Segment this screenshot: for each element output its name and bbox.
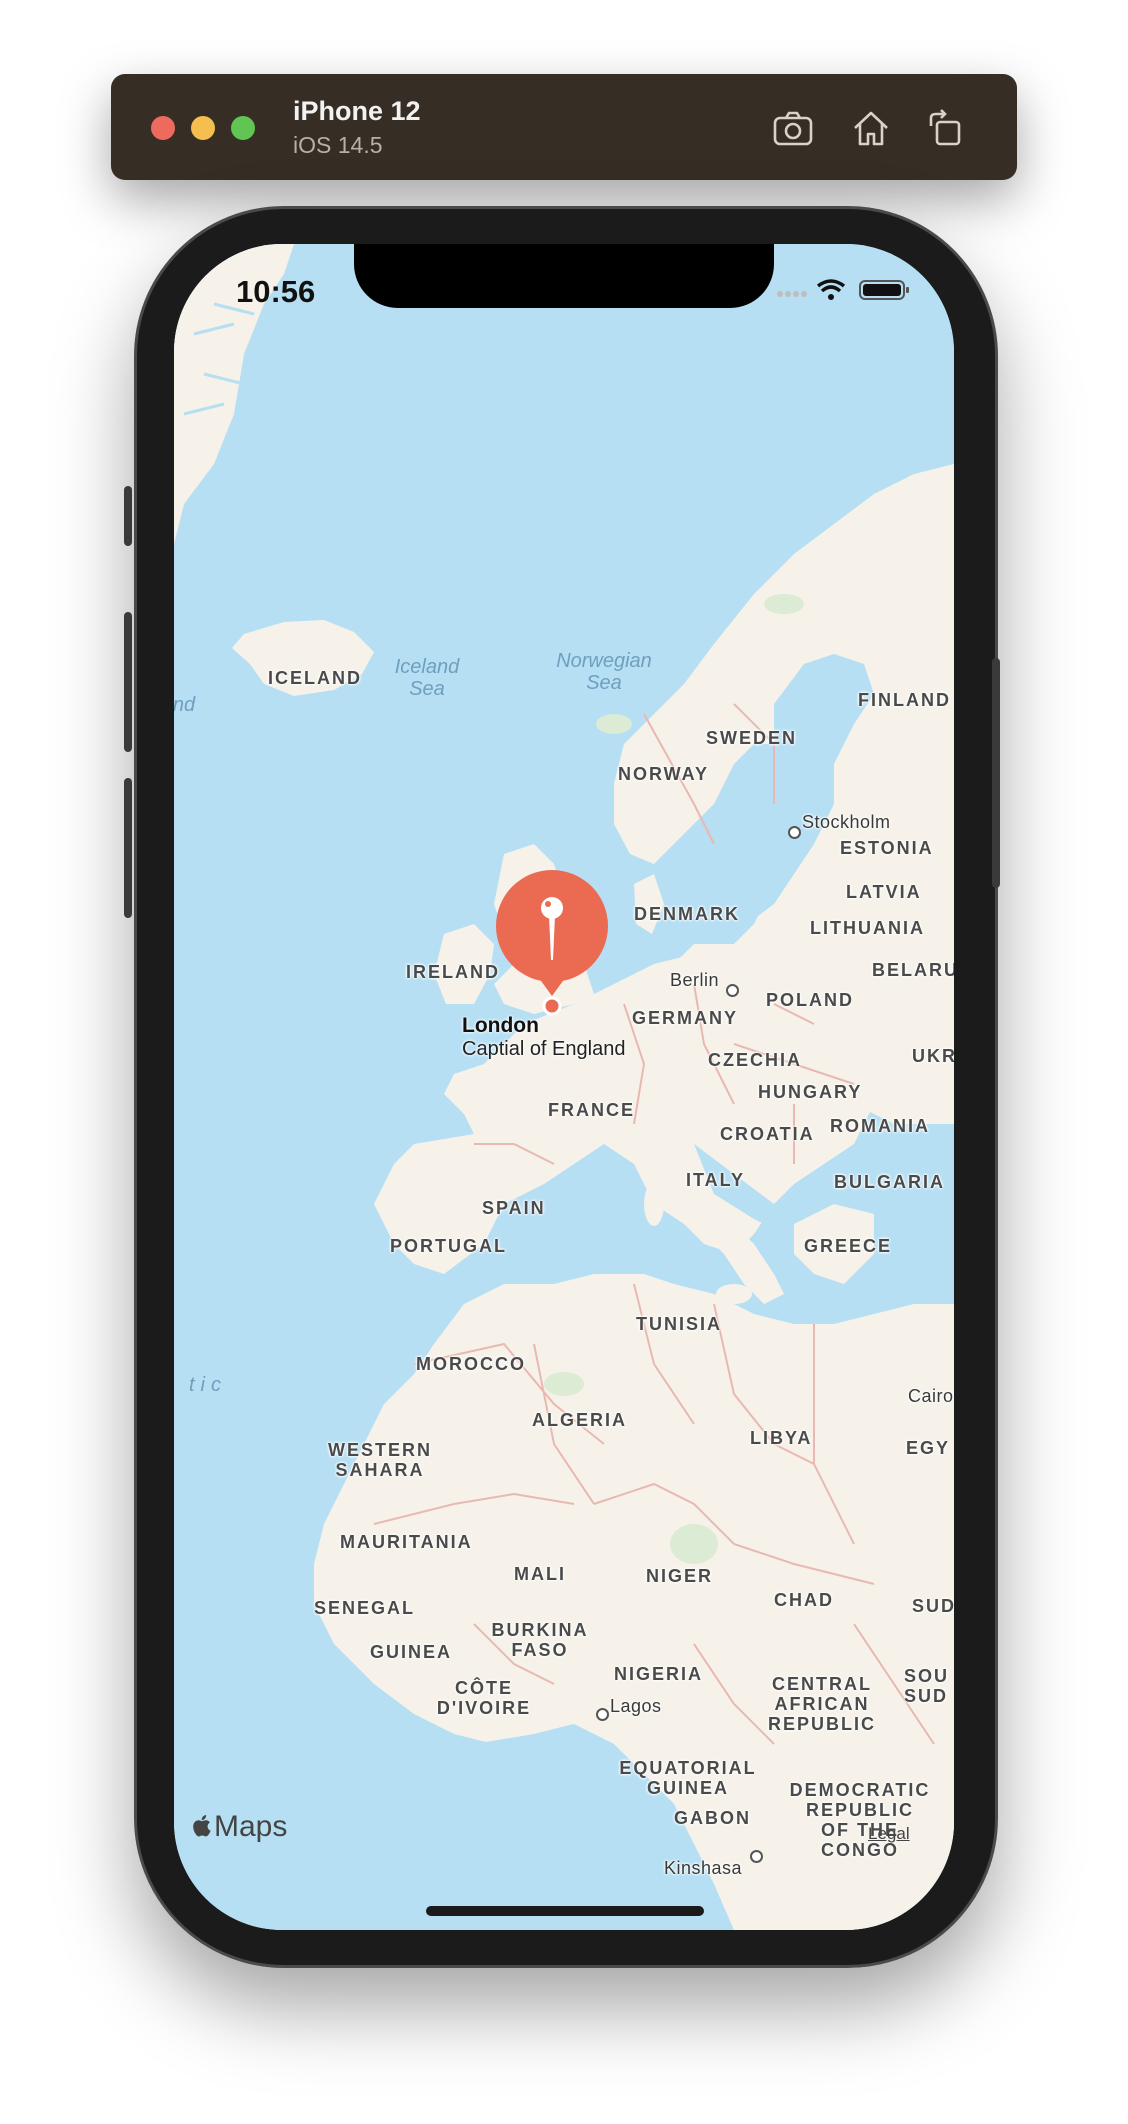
country-label: FRANCE [548,1100,635,1120]
country-label: GABON [674,1808,751,1828]
country-label: EGY [906,1438,951,1458]
sea-label-atlantic: tic [189,1374,227,1396]
maps-logo-text: Maps [214,1810,288,1843]
country-label: BULGARIA [834,1172,945,1192]
country-label: ITALY [686,1170,746,1190]
volume-down-button [124,778,132,918]
home-indicator[interactable] [426,1906,704,1916]
country-label: MOROCCO [416,1354,526,1374]
country-label: NORWAY [618,764,710,784]
country-label: CENTRAL AFRICAN REPUBLIC [767,1674,877,1734]
pin-subtitle: Captial of England [462,1038,626,1060]
country-label: SENEGAL [314,1598,416,1618]
screenshot-icon[interactable] [771,106,815,150]
sea-label-iceland-sea: Iceland Sea [394,656,460,700]
city-label: Cairo [908,1386,954,1406]
phone-screen: Iceland Sea Norwegian Sea tic nd ICELAND… [174,244,954,1930]
country-label: LATVIA [846,882,922,902]
apple-maps-logo[interactable]: Maps [192,1810,287,1844]
city-dot [726,984,739,997]
sea-label-greenland: nd [174,694,196,716]
country-label: CHAD [774,1590,834,1610]
city-label: Kinshasa [664,1858,743,1878]
apple-logo-icon [193,1815,211,1837]
os-version: iOS 14.5 [293,132,383,158]
country-label: GUINEA [370,1642,453,1662]
country-label: EQUATORIAL GUINEA [619,1758,757,1798]
notch [354,244,774,308]
country-label: GERMANY [632,1008,739,1028]
country-label: MALI [514,1564,566,1584]
country-label: WESTERN SAHARA [328,1440,432,1480]
zoom-window-button[interactable] [231,116,255,140]
minimize-window-button[interactable] [191,116,215,140]
country-label: SOU SUD [904,1666,950,1706]
map-pin-icon[interactable] [496,870,608,1020]
country-label: TUNISIA [636,1314,722,1334]
country-label: SPAIN [482,1198,546,1218]
country-label: ROMANIA [830,1116,930,1136]
city-dot [596,1708,609,1721]
city-label: Stockholm [802,812,891,832]
battery-icon [859,280,909,300]
country-label: GREECE [804,1236,893,1256]
country-label: UKR [912,1046,954,1066]
country-label: BELARU [872,960,954,980]
country-label: NIGERIA [614,1664,704,1684]
home-icon[interactable] [849,106,893,150]
close-window-button[interactable] [151,116,175,140]
country-label: SUD [912,1596,954,1616]
city-dot [788,826,801,839]
country-label: CZECHIA [708,1050,802,1070]
country-label: LITHUANIA [810,918,925,938]
country-label: LIBYA [750,1428,813,1448]
country-label: CÔTE D'IVOIRE [436,1678,532,1718]
country-label: ALGERIA [532,1410,627,1430]
mute-switch [124,486,132,546]
city-label: Berlin [670,970,720,990]
pin-title: London [462,1014,539,1037]
cellular-signal-icon [777,291,807,297]
country-label: BURKINA FASO [491,1620,589,1660]
country-label: MAURITANIA [340,1532,473,1552]
country-label: NIGER [646,1566,714,1586]
status-time: 10:56 [236,274,316,309]
country-label: SWEDEN [706,728,798,748]
device-name: iPhone 12 [293,96,421,126]
wifi-icon [816,279,846,300]
country-label: FINLAND [858,690,951,710]
sea-label-norwegian-sea: Norwegian Sea [556,650,652,694]
legal-link[interactable]: Legal [868,1824,910,1844]
country-label: ESTONIA [840,838,934,858]
simulator-title-bar: iPhone 12 iOS 14.5 [111,74,1017,180]
city-dot [750,1850,763,1863]
country-label: ICELAND [268,668,362,688]
power-button [992,658,1000,888]
country-label: POLAND [766,990,854,1010]
country-label: HUNGARY [758,1082,863,1102]
volume-up-button [124,612,132,752]
rotate-icon[interactable] [923,106,967,150]
country-label: DEMOCRATIC REPUBLIC OF THE CONGO [789,1780,931,1860]
country-label: IRELAND [406,962,500,982]
city-label: Lagos [610,1696,662,1716]
country-label: DENMARK [634,904,740,924]
country-label: PORTUGAL [390,1236,507,1256]
country-label: CROATIA [720,1124,815,1144]
status-icons [776,278,912,302]
